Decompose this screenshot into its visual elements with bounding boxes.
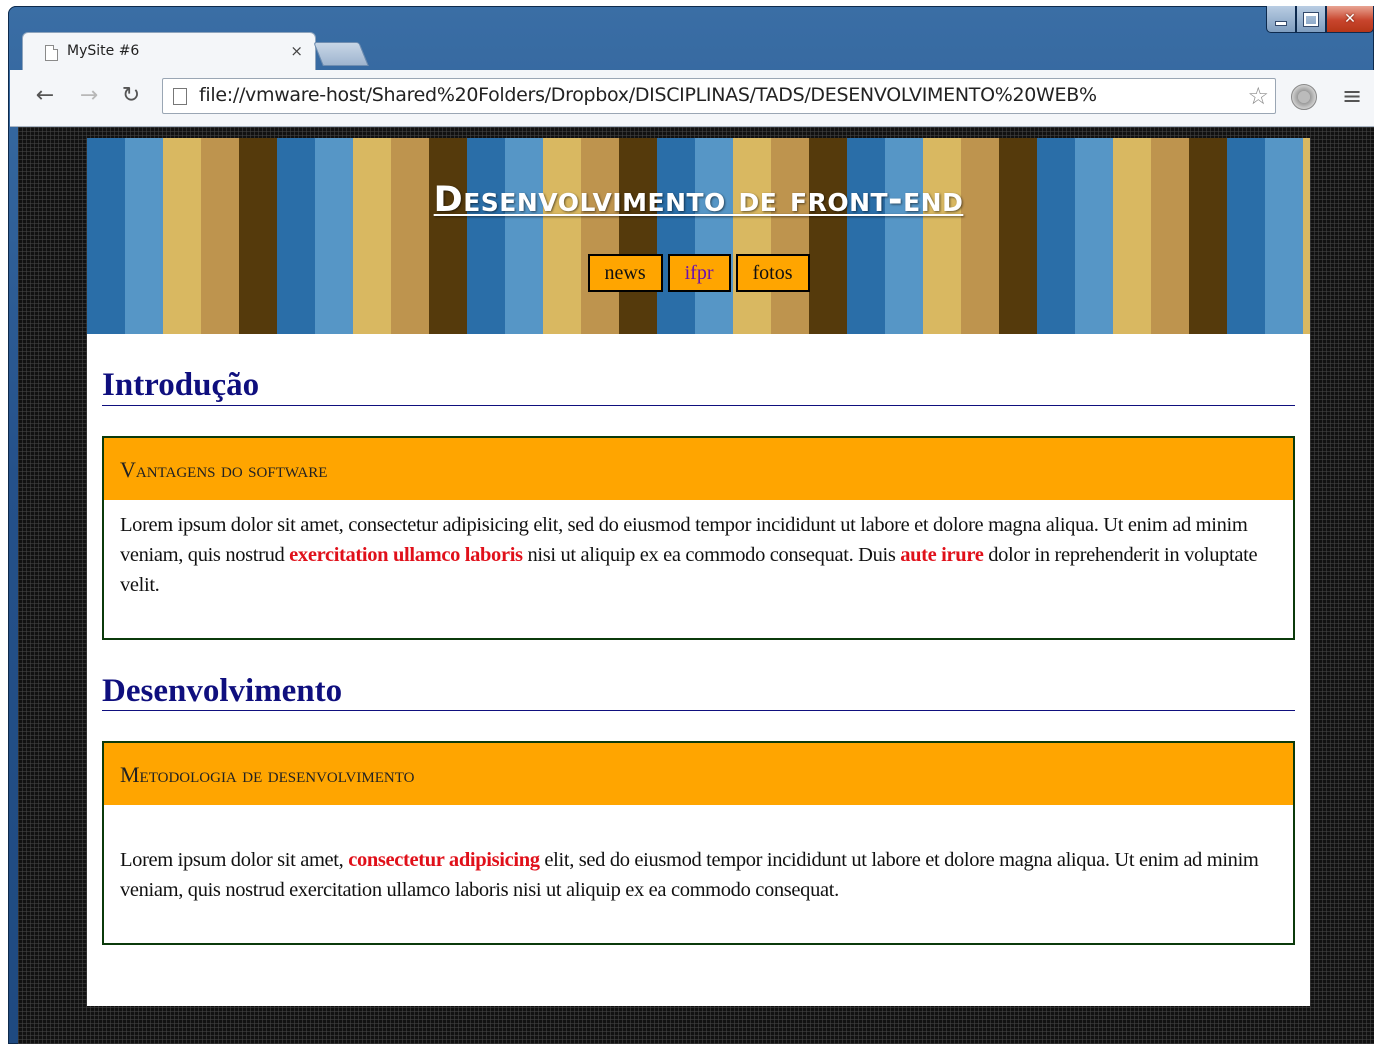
nav-link-fotos[interactable]: fotos (735, 254, 810, 292)
body-text: nisi ut aliquip ex ea commodo consequat.… (522, 543, 901, 566)
close-icon: ✕ (1344, 11, 1356, 27)
section-title-desenvolvimento: Desenvolvimento (102, 640, 1295, 712)
back-icon[interactable]: ← (30, 80, 60, 110)
main-content: Introdução Vantagens do software Lorem i… (87, 334, 1310, 946)
url-text[interactable]: file://vmware-host/Shared%20Folders/Drop… (199, 84, 1097, 106)
card-body: Lorem ipsum dolor sit amet, consectetur … (104, 500, 1293, 638)
highlighted-text: aute irure (900, 543, 984, 566)
page-viewport: Desenvolvimento de front-end news ifpr f… (18, 127, 1374, 1044)
card-vantagens: Vantagens do software Lorem ipsum dolor … (102, 435, 1295, 640)
reload-icon[interactable]: ↻ (116, 80, 146, 110)
minimize-icon (1276, 21, 1286, 25)
browser-toolbar: ← → ↻ file://vmware-host/Shared%20Folder… (10, 70, 1374, 127)
page-icon (45, 45, 58, 61)
site-title: Desenvolvimento de front-end (433, 180, 964, 220)
section-title-introducao: Introdução (102, 334, 1295, 406)
page-icon (173, 88, 187, 105)
card-metodologia: Metodologia de desenvolvimento Lorem ips… (102, 741, 1295, 946)
card-title: Vantagens do software (104, 437, 1293, 500)
window-controls: ✕ (1266, 6, 1374, 34)
body-text: Lorem ipsum dolor sit amet, (120, 849, 349, 872)
forward-icon[interactable]: → (74, 80, 104, 110)
star-icon[interactable]: ☆ (1247, 82, 1269, 110)
card-body: Lorem ipsum dolor sit amet, consectetur … (104, 805, 1293, 943)
browser-tab[interactable]: MySite #6 × (22, 32, 316, 71)
menu-icon[interactable]: ≡ (1342, 82, 1362, 110)
nav-link-news[interactable]: news (587, 254, 663, 292)
card-title: Metodologia de desenvolvimento (104, 743, 1293, 806)
close-window-button[interactable]: ✕ (1326, 6, 1374, 33)
highlighted-text: consectetur adipisicing (348, 849, 540, 872)
maximize-icon (1304, 12, 1318, 26)
new-tab-button[interactable] (313, 42, 369, 66)
tab-title: MySite #6 (67, 43, 140, 59)
site-nav: news ifpr fotos (87, 254, 1310, 292)
tab-close-icon[interactable]: × (290, 42, 303, 60)
minimize-button[interactable] (1266, 6, 1296, 33)
page-container: Desenvolvimento de front-end news ifpr f… (87, 138, 1310, 1006)
nav-link-ifpr[interactable]: ifpr (667, 254, 731, 292)
maximize-button[interactable] (1296, 6, 1326, 33)
site-header: Desenvolvimento de front-end news ifpr f… (87, 138, 1310, 334)
address-bar[interactable]: file://vmware-host/Shared%20Folders/Drop… (162, 78, 1276, 114)
highlighted-text: exercitation ullamco laboris (289, 543, 523, 566)
extension-icon[interactable] (1291, 84, 1317, 110)
